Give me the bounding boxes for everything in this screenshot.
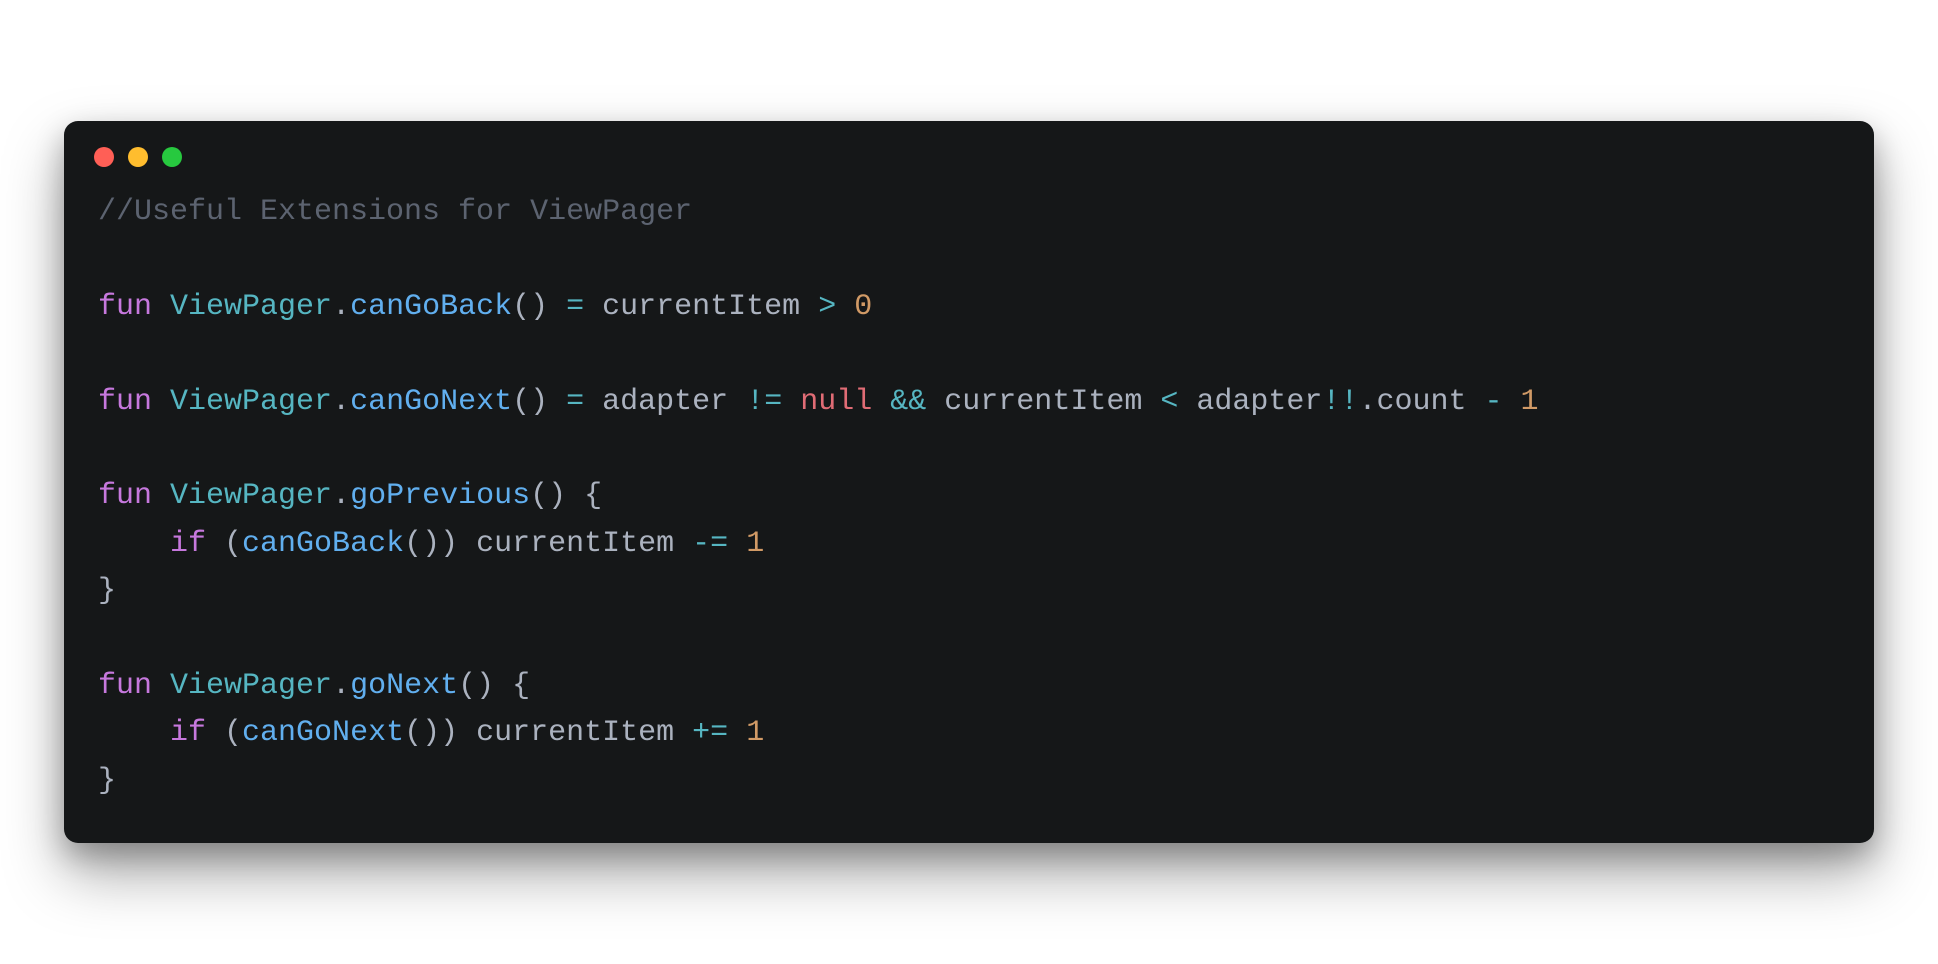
code-line: if (canGoNext()) currentItem += 1 — [98, 716, 764, 750]
code-token — [98, 527, 170, 561]
code-token: = — [566, 290, 584, 324]
code-token — [674, 527, 692, 561]
code-line: } — [98, 764, 116, 798]
code-token: () — [512, 385, 566, 419]
code-token: 1 — [746, 716, 764, 750]
code-token — [584, 385, 602, 419]
code-token — [152, 385, 170, 419]
code-token: count — [1376, 385, 1466, 419]
code-token — [674, 716, 692, 750]
code-token — [152, 290, 170, 324]
code-token — [728, 385, 746, 419]
code-line: if (canGoBack()) currentItem -= 1 — [98, 527, 764, 561]
code-token: 0 — [854, 290, 872, 324]
code-token — [872, 385, 890, 419]
code-token: 1 — [746, 527, 764, 561]
code-token — [728, 527, 746, 561]
code-token: adapter — [1196, 385, 1322, 419]
code-token: fun — [98, 669, 152, 703]
code-token: if — [170, 716, 206, 750]
code-token: ViewPager — [170, 290, 332, 324]
code-token: ( — [206, 527, 242, 561]
code-token — [152, 479, 170, 513]
traffic-zoom-icon[interactable] — [162, 147, 182, 167]
code-token — [728, 716, 746, 750]
code-token: fun — [98, 479, 152, 513]
window-titlebar — [64, 121, 1874, 185]
code-token: += — [692, 716, 728, 750]
code-token: . — [332, 290, 350, 324]
code-block: //Useful Extensions for ViewPager fun Vi… — [64, 185, 1874, 815]
code-token — [836, 290, 854, 324]
code-token: ViewPager — [170, 669, 332, 703]
code-token: currentItem — [944, 385, 1142, 419]
code-token: null — [800, 385, 872, 419]
code-token: canGoNext — [350, 385, 512, 419]
code-line: } — [98, 574, 116, 608]
code-token: currentItem — [602, 290, 800, 324]
code-token: = — [566, 385, 584, 419]
code-line: fun ViewPager.canGoNext() = adapter != n… — [98, 385, 1539, 419]
code-token: . — [332, 479, 350, 513]
code-token: } — [98, 574, 116, 608]
code-line: //Useful Extensions for ViewPager — [98, 195, 692, 229]
code-token: ()) — [404, 527, 476, 561]
code-token — [98, 716, 170, 750]
code-token: ViewPager — [170, 479, 332, 513]
code-token: goNext — [350, 669, 458, 703]
traffic-close-icon[interactable] — [94, 147, 114, 167]
code-token — [1503, 385, 1521, 419]
code-token: adapter — [602, 385, 728, 419]
code-token: goPrevious — [350, 479, 530, 513]
code-token: . — [332, 385, 350, 419]
code-token: () { — [530, 479, 602, 513]
code-token: . — [1358, 385, 1376, 419]
code-token: ( — [206, 716, 242, 750]
code-token: 1 — [1521, 385, 1539, 419]
code-token: } — [98, 764, 116, 798]
code-token — [1178, 385, 1196, 419]
code-line: fun ViewPager.goNext() { — [98, 669, 530, 703]
code-token — [1466, 385, 1484, 419]
code-token: fun — [98, 385, 152, 419]
code-token: if — [170, 527, 206, 561]
code-token: currentItem — [476, 527, 674, 561]
code-token — [584, 290, 602, 324]
code-token: canGoBack — [350, 290, 512, 324]
code-token: () — [512, 290, 566, 324]
traffic-minimize-icon[interactable] — [128, 147, 148, 167]
code-token: . — [332, 669, 350, 703]
code-token — [800, 290, 818, 324]
code-token: currentItem — [476, 716, 674, 750]
code-token — [1142, 385, 1160, 419]
code-token: -= — [692, 527, 728, 561]
page-stage: //Useful Extensions for ViewPager fun Vi… — [0, 0, 1938, 964]
code-card: //Useful Extensions for ViewPager fun Vi… — [64, 121, 1874, 843]
code-token — [782, 385, 800, 419]
code-token — [926, 385, 944, 419]
code-token: && — [890, 385, 926, 419]
code-line: fun ViewPager.canGoBack() = currentItem … — [98, 290, 872, 324]
code-token: canGoBack — [242, 527, 404, 561]
code-token: - — [1484, 385, 1502, 419]
code-token: //Useful Extensions for ViewPager — [98, 195, 692, 229]
code-token: > — [818, 290, 836, 324]
code-token: fun — [98, 290, 152, 324]
code-token: ViewPager — [170, 385, 332, 419]
code-line: fun ViewPager.goPrevious() { — [98, 479, 602, 513]
code-token — [152, 669, 170, 703]
code-token: ()) — [404, 716, 476, 750]
code-token: < — [1160, 385, 1178, 419]
code-token: canGoNext — [242, 716, 404, 750]
code-token: () { — [458, 669, 530, 703]
code-token: !! — [1322, 385, 1358, 419]
code-token: != — [746, 385, 782, 419]
